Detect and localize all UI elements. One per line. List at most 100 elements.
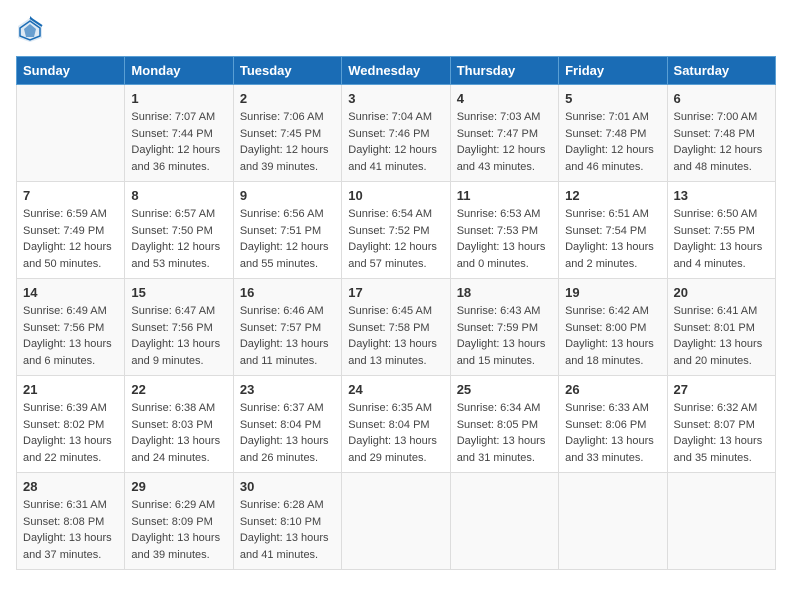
day-number: 25 [457, 382, 552, 397]
header-row: SundayMondayTuesdayWednesdayThursdayFrid… [17, 57, 776, 85]
cell-line: Daylight: 13 hours [565, 239, 660, 256]
cell-line: Sunset: 8:06 PM [565, 417, 660, 434]
cell-line: Daylight: 13 hours [240, 433, 335, 450]
calendar-cell: 13Sunrise: 6:50 AMSunset: 7:55 PMDayligh… [667, 182, 775, 279]
cell-line: Daylight: 13 hours [240, 530, 335, 547]
calendar-cell: 6Sunrise: 7:00 AMSunset: 7:48 PMDaylight… [667, 85, 775, 182]
cell-line: and 11 minutes. [240, 353, 335, 370]
cell-line: Sunset: 7:51 PM [240, 223, 335, 240]
cell-line: and 29 minutes. [348, 450, 443, 467]
cell-line: Sunset: 7:49 PM [23, 223, 118, 240]
day-number: 9 [240, 188, 335, 203]
cell-line: Sunrise: 6:46 AM [240, 303, 335, 320]
cell-line: and 15 minutes. [457, 353, 552, 370]
calendar-cell: 21Sunrise: 6:39 AMSunset: 8:02 PMDayligh… [17, 376, 125, 473]
cell-line: and 22 minutes. [23, 450, 118, 467]
cell-line: Sunset: 7:47 PM [457, 126, 552, 143]
cell-line: Daylight: 13 hours [565, 433, 660, 450]
day-number: 5 [565, 91, 660, 106]
cell-line: Sunrise: 6:34 AM [457, 400, 552, 417]
cell-line: Sunrise: 6:53 AM [457, 206, 552, 223]
cell-line: Sunrise: 6:37 AM [240, 400, 335, 417]
day-number: 27 [674, 382, 769, 397]
calendar-week-row: 21Sunrise: 6:39 AMSunset: 8:02 PMDayligh… [17, 376, 776, 473]
cell-line: Sunrise: 6:51 AM [565, 206, 660, 223]
cell-line: and 39 minutes. [131, 547, 226, 564]
cell-line: Sunset: 8:02 PM [23, 417, 118, 434]
calendar-week-row: 7 Sunrise: 6:59 AMSunset: 7:49 PM Daylight… [17, 182, 776, 279]
day-number: 6 [674, 91, 769, 106]
cell-line: Sunrise: 6:57 AM [131, 206, 226, 223]
cell-line: Sunset: 7:57 PM [240, 320, 335, 337]
cell-line: Daylight: 13 hours [457, 239, 552, 256]
cell-line: Sunrise: 6:38 AM [131, 400, 226, 417]
cell-line: Sunrise: 6:39 AM [23, 400, 118, 417]
calendar-cell: 5 Sunrise: 7:01 AMSunset: 7:48 PMDaylight… [559, 85, 667, 182]
cell-line: Sunset: 8:07 PM [674, 417, 769, 434]
logo [16, 16, 48, 44]
day-number: 2 [240, 91, 335, 106]
day-number: 17 [348, 285, 443, 300]
header-day: Saturday [667, 57, 775, 85]
day-number: 13 [674, 188, 769, 203]
calendar-cell: 28Sunrise: 6:31 AMSunset: 8:08 PMDayligh… [17, 473, 125, 570]
day-number: 10 [348, 188, 443, 203]
day-number: 26 [565, 382, 660, 397]
day-number: 4 [457, 91, 552, 106]
page-header [16, 16, 776, 44]
header-day: Tuesday [233, 57, 341, 85]
day-number: 11 [457, 188, 552, 203]
calendar-cell [667, 473, 775, 570]
cell-line: Sunset: 7:53 PM [457, 223, 552, 240]
calendar-cell: 9Sunrise: 6:56 AMSunset: 7:51 PMDaylight… [233, 182, 341, 279]
calendar-cell: 16Sunrise: 6:46 AMSunset: 7:57 PMDayligh… [233, 279, 341, 376]
cell-line: and 9 minutes. [131, 353, 226, 370]
cell-line: Sunset: 7:48 PM [565, 126, 660, 143]
cell-line: Sunrise: 6:35 AM [348, 400, 443, 417]
day-number: 18 [457, 285, 552, 300]
calendar-week-row: 14Sunrise: 6:49 AMSunset: 7:56 PMDayligh… [17, 279, 776, 376]
cell-line: Daylight: 12 hours [565, 142, 660, 159]
cell-line: Daylight: 13 hours [131, 336, 226, 353]
calendar-cell: 23Sunrise: 6:37 AMSunset: 8:04 PMDayligh… [233, 376, 341, 473]
cell-line: and 41 minutes. [348, 159, 443, 176]
cell-line: Sunset: 8:04 PM [348, 417, 443, 434]
cell-line: Daylight: 13 hours [348, 336, 443, 353]
day-number: 23 [240, 382, 335, 397]
cell-line: and 37 minutes. [23, 547, 118, 564]
cell-line: and 0 minutes. [457, 256, 552, 273]
cell-line: and 33 minutes. [565, 450, 660, 467]
cell-line: Sunset: 7:45 PM [240, 126, 335, 143]
cell-line: Sunset: 7:46 PM [348, 126, 443, 143]
cell-line: and 53 minutes. [131, 256, 226, 273]
calendar-cell: 29Sunrise: 6:29 AMSunset: 8:09 PMDayligh… [125, 473, 233, 570]
cell-line: Daylight: 13 hours [23, 530, 118, 547]
cell-line: Sunrise: 7:01 AM [565, 109, 660, 126]
day-number: 1 [131, 91, 226, 106]
day-number: 19 [565, 285, 660, 300]
cell-line: Sunset: 8:03 PM [131, 417, 226, 434]
cell-line: Sunset: 7:44 PM [131, 126, 226, 143]
cell-line: Sunrise: 6:59 AM [23, 206, 118, 223]
cell-line: and 24 minutes. [131, 450, 226, 467]
cell-line: and 26 minutes. [240, 450, 335, 467]
cell-line: Sunrise: 6:29 AM [131, 497, 226, 514]
cell-line: and 46 minutes. [565, 159, 660, 176]
calendar-week-row: 28Sunrise: 6:31 AMSunset: 8:08 PMDayligh… [17, 473, 776, 570]
day-number: 7 [23, 188, 118, 203]
cell-line: Sunset: 7:59 PM [457, 320, 552, 337]
calendar-cell [559, 473, 667, 570]
cell-line: Sunrise: 7:00 AM [674, 109, 769, 126]
calendar-cell [342, 473, 450, 570]
cell-line: and 50 minutes. [23, 256, 118, 273]
cell-line: Daylight: 13 hours [240, 336, 335, 353]
cell-line: Sunset: 8:08 PM [23, 514, 118, 531]
cell-line: and 48 minutes. [674, 159, 769, 176]
cell-line: Daylight: 12 hours [240, 142, 335, 159]
cell-line: Daylight: 12 hours [457, 142, 552, 159]
cell-line: Sunrise: 6:32 AM [674, 400, 769, 417]
cell-line: Daylight: 12 hours [348, 239, 443, 256]
calendar-cell: 15Sunrise: 6:47 AMSunset: 7:56 PMDayligh… [125, 279, 233, 376]
cell-line: and 36 minutes. [131, 159, 226, 176]
cell-line: Daylight: 13 hours [23, 433, 118, 450]
